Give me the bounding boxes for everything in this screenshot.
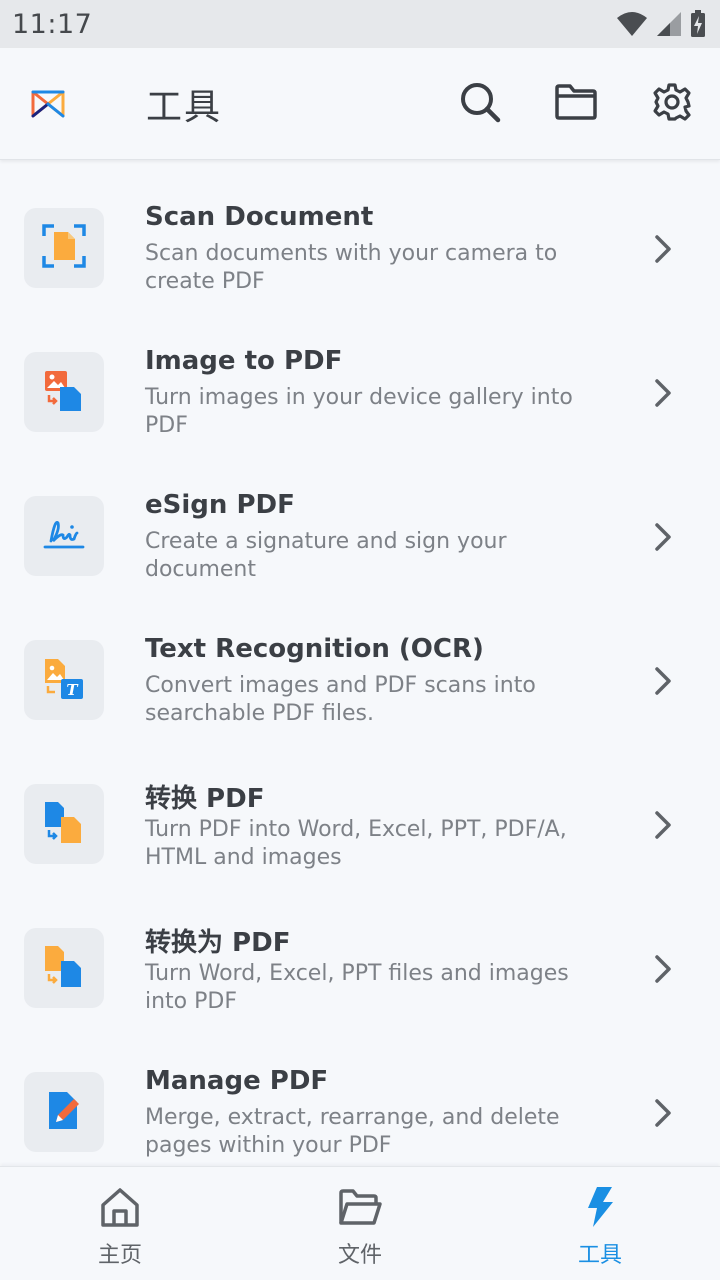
tool-title: eSign PDF <box>145 490 295 520</box>
tool-icon-box <box>24 1072 104 1152</box>
tool-title: Manage PDF <box>145 1066 329 1096</box>
tool-title: Scan Document <box>145 202 374 232</box>
tool-description: Create a signature and sign your documen… <box>145 529 507 582</box>
tool-icon-box <box>24 496 104 576</box>
status-time: 11:17 <box>12 8 93 40</box>
tool-icon-box <box>24 208 104 288</box>
tool-icon-box <box>24 784 104 864</box>
chevron-right-icon <box>650 808 676 842</box>
gear-icon <box>652 82 692 126</box>
tool-item-image-to-pdf[interactable]: Image to PDF Turn images in your device … <box>0 304 720 448</box>
chevron-right-icon <box>650 1096 676 1130</box>
tool-item-scan-document[interactable]: Scan Document Scan documents with your c… <box>0 160 720 304</box>
tool-item-manage-pdf[interactable]: Manage PDF Merge, extract, rearrange, an… <box>0 1024 720 1166</box>
tool-description: Turn images in your device gallery into … <box>145 385 573 438</box>
chevron-right-icon <box>650 952 676 986</box>
app-bar: 工具 <box>0 48 720 160</box>
folder-icon <box>554 82 598 126</box>
search-button[interactable] <box>456 80 504 128</box>
settings-button[interactable] <box>648 80 696 128</box>
status-icons <box>616 10 706 38</box>
manage-pdf-icon <box>41 1087 87 1137</box>
folder-open-icon <box>338 1185 382 1229</box>
scan-document-icon <box>41 223 87 273</box>
cellular-signal-icon <box>656 11 682 37</box>
lightning-icon <box>578 1185 622 1229</box>
nav-label: 工具 <box>577 1243 622 1268</box>
tool-icon-box <box>24 352 104 432</box>
tool-icon-box: T <box>24 640 104 720</box>
nav-item-tools[interactable]: 工具 <box>480 1167 720 1280</box>
tool-title: Image to PDF <box>145 346 343 376</box>
app-logo-icon <box>30 88 66 120</box>
tool-description: Scan documents with your camera to creat… <box>145 241 558 294</box>
tool-item-ocr[interactable]: T Text Recognition (OCR) Convert images … <box>0 592 720 736</box>
ocr-icon: T <box>41 655 87 705</box>
tool-description: Merge, extract, rearrange, and delete pa… <box>145 1105 560 1158</box>
svg-text:T: T <box>66 681 79 699</box>
search-icon <box>458 80 502 128</box>
tool-title: Text Recognition (OCR) <box>145 634 484 664</box>
tool-item-convert-to-pdf[interactable]: 转换为 PDF Turn Word, Excel, PPT files and … <box>0 880 720 1024</box>
bottom-nav: 主页 文件 工具 <box>0 1166 720 1280</box>
tool-item-esign-pdf[interactable]: eSign PDF Create a signature and sign yo… <box>0 448 720 592</box>
chevron-right-icon <box>650 520 676 554</box>
chevron-right-icon <box>650 664 676 698</box>
home-icon <box>98 1185 142 1229</box>
convert-pdf-icon <box>41 799 87 849</box>
tool-title: 转换为 PDF <box>145 928 291 958</box>
nav-label: 文件 <box>337 1243 382 1268</box>
tool-icon-box <box>24 928 104 1008</box>
wifi-icon <box>616 11 648 37</box>
status-bar: 11:17 <box>0 0 720 48</box>
tool-list: Scan Document Scan documents with your c… <box>0 160 720 1166</box>
battery-icon <box>690 10 706 38</box>
folder-button[interactable] <box>552 80 600 128</box>
chevron-right-icon <box>650 376 676 410</box>
tool-item-convert-pdf[interactable]: 转换 PDF Turn PDF into Word, Excel, PPT, P… <box>0 736 720 880</box>
nav-item-home[interactable]: 主页 <box>0 1167 240 1280</box>
convert-to-pdf-icon <box>41 943 87 993</box>
page-title: 工具 <box>146 87 223 128</box>
tool-description: Turn Word, Excel, PPT files and images i… <box>145 961 569 1014</box>
chevron-right-icon <box>650 232 676 266</box>
nav-item-files[interactable]: 文件 <box>240 1167 480 1280</box>
tool-title: 转换 PDF <box>145 784 265 814</box>
image-to-pdf-icon <box>41 367 87 417</box>
esign-icon <box>41 511 87 561</box>
nav-label: 主页 <box>97 1243 142 1268</box>
tool-description: Convert images and PDF scans into search… <box>145 673 536 726</box>
tool-description: Turn PDF into Word, Excel, PPT, PDF/A, H… <box>145 817 567 870</box>
